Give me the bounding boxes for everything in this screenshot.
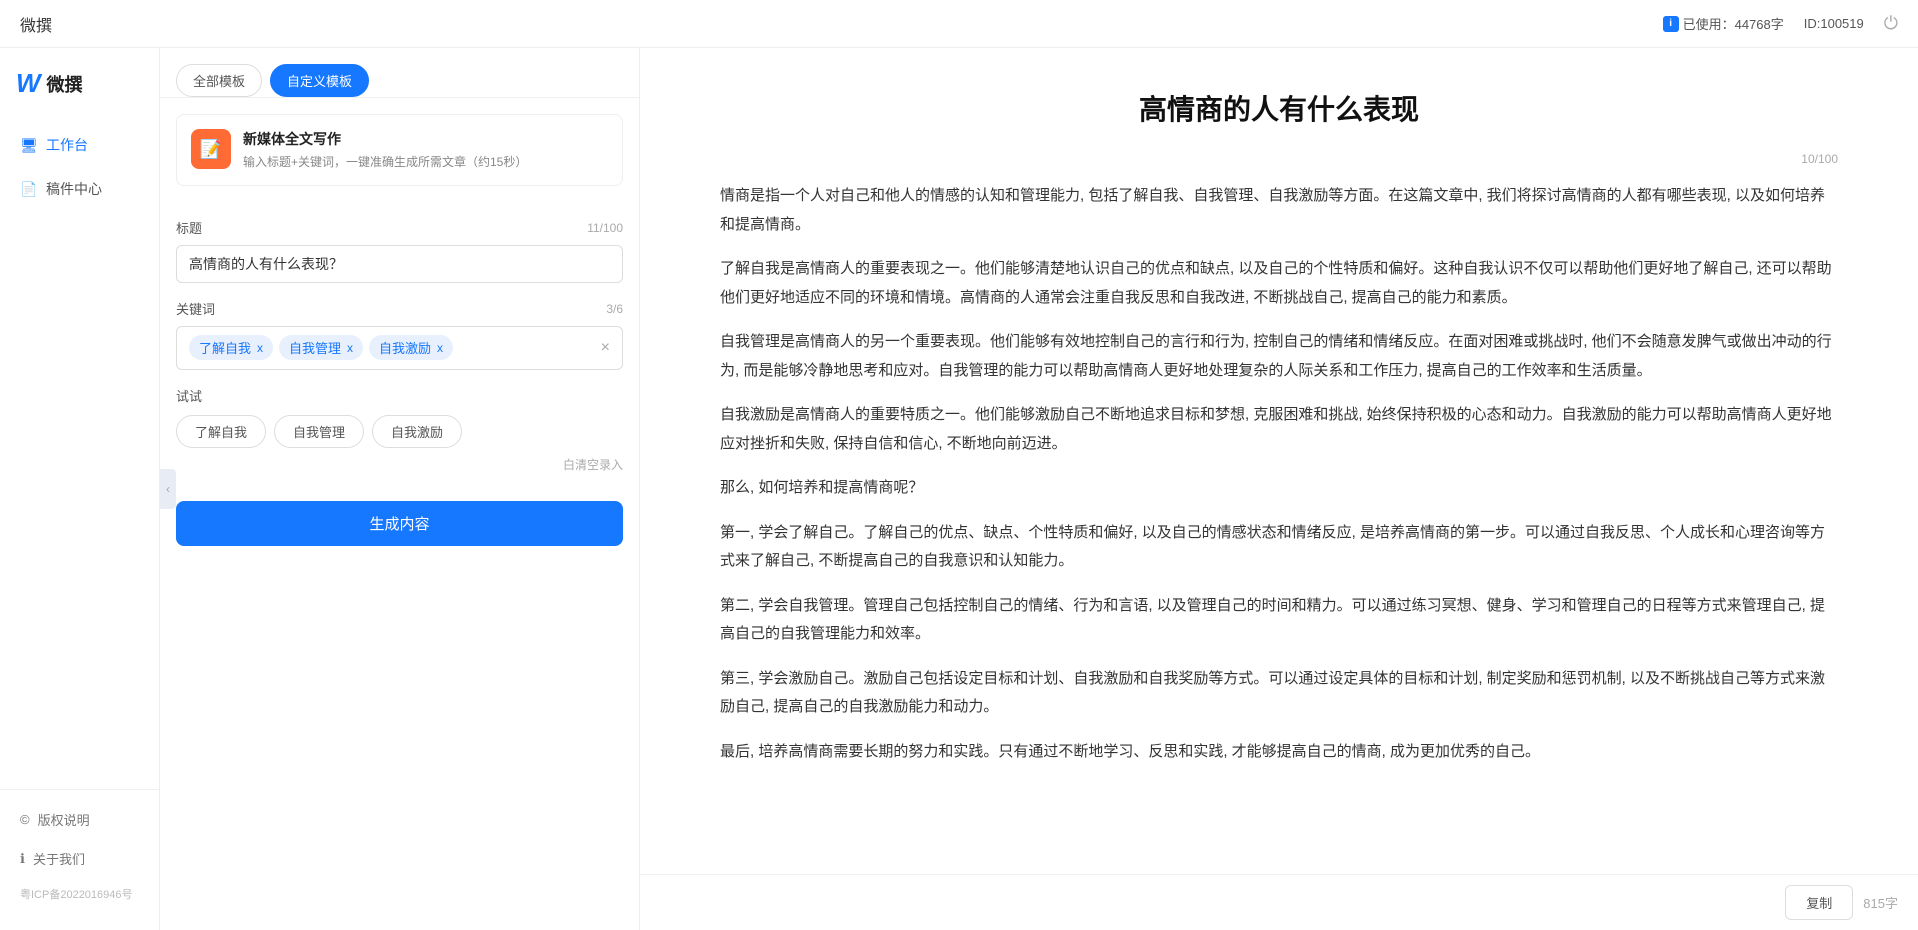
keywords-box[interactable]: 了解自我 x 自我管理 x 自我激励 x ×	[176, 326, 623, 370]
tab-all-templates[interactable]: 全部模板	[176, 64, 262, 97]
sidebar-logo: W 微撰	[0, 68, 159, 123]
keyword-tag-1: 自我管理 x	[279, 335, 363, 360]
sidebar-bottom: © 版权说明 ℹ 关于我们 粤ICP备2022016946号	[0, 789, 159, 910]
char-count: 815字	[1863, 893, 1898, 912]
content-area: 高情商的人有什么表现 10/100 情商是指一个人对自己和他人的情感的认知和管理…	[640, 48, 1918, 874]
article-para-8: 最后, 培养高情商需要长期的努力和实践。只有通过不断地学习、反思和实践, 才能够…	[720, 738, 1838, 767]
template-card[interactable]: 📝 新媒体全文写作 输入标题+关键词，一键准确生成所需文章（约15秒）	[176, 114, 623, 186]
article-title: 高情商的人有什么表现	[720, 88, 1838, 128]
right-panel: 高情商的人有什么表现 10/100 情商是指一个人对自己和他人的情感的认知和管理…	[640, 48, 1918, 930]
topbar-right: i 已使用：44768字 ID:100519 ⏻	[1663, 13, 1898, 34]
keyword-label: 关键词	[176, 299, 215, 318]
keyword-tag-close-0[interactable]: x	[257, 341, 263, 355]
keyword-tag-label-1: 自我管理	[289, 338, 341, 357]
article-para-6: 第二, 学会自我管理。管理自己包括控制自己的情绪、行为和言语, 以及管理自己的时…	[720, 592, 1838, 649]
article-para-0: 情商是指一个人对自己和他人的情感的认知和管理能力, 包括了解自我、自我管理、自我…	[720, 182, 1838, 239]
topbar-title: 微撰	[20, 12, 52, 36]
clear-link[interactable]: 白清空录入	[176, 456, 623, 473]
sidebar: W 微撰 🖥 工作台 📄 稿件中心 © 版权说明 ℹ 关于我们 粤ICP备202…	[0, 48, 160, 930]
template-card-info: 新媒体全文写作 输入标题+关键词，一键准确生成所需文章（约15秒）	[243, 129, 527, 171]
left-panel: 全部模板 自定义模板 📝 新媒体全文写作 输入标题+关键词，一键准确生成所需文章…	[160, 48, 640, 930]
try-tag-2[interactable]: 自我激励	[372, 415, 462, 448]
article-para-4: 那么, 如何培养和提高情商呢？	[720, 474, 1838, 503]
article-page-count: 10/100	[720, 152, 1838, 166]
article-para-5: 第一, 学会了解自己。了解自己的优点、缺点、个性特质和偏好, 以及自己的情感状态…	[720, 519, 1838, 576]
usage-label: 已使用：44768字	[1683, 14, 1784, 33]
keyword-tag-close-1[interactable]: x	[347, 341, 353, 355]
sidebar-item-about[interactable]: ℹ 关于我们	[0, 839, 159, 878]
beian-text: 粤ICP备2022016946号	[0, 878, 159, 910]
logo-text: 微撰	[47, 71, 83, 97]
title-field-label-row: 标题 11/100	[176, 218, 623, 237]
article-para-1: 了解自我是高情商人的重要表现之一。他们能够清楚地认识自己的优点和缺点, 以及自己…	[720, 255, 1838, 312]
keyword-tag-label-0: 了解自我	[199, 338, 251, 357]
article-para-7: 第三, 学会激励自己。激励自己包括设定目标和计划、自我激励和自我奖励等方式。可以…	[720, 665, 1838, 722]
template-card-title: 新媒体全文写作	[243, 129, 527, 149]
collapse-button[interactable]: ‹	[160, 469, 176, 509]
sidebar-item-drafts[interactable]: 📄 稿件中心	[0, 167, 159, 211]
keyword-tag-label-2: 自我激励	[379, 338, 431, 357]
try-label: 试试	[176, 386, 623, 405]
usage-info: i 已使用：44768字	[1663, 14, 1784, 33]
keywords-clear-btn[interactable]: ×	[601, 339, 610, 357]
sidebar-item-workspace[interactable]: 🖥 工作台	[0, 123, 159, 167]
id-label: ID:100519	[1804, 16, 1864, 31]
title-count: 11/100	[587, 221, 623, 235]
try-tags: 了解自我 自我管理 自我激励	[176, 415, 623, 448]
copyright-label: 版权说明	[38, 810, 90, 829]
drafts-icon: 📄	[20, 180, 38, 198]
sidebar-workspace-label: 工作台	[46, 135, 88, 155]
tab-custom-templates[interactable]: 自定义模板	[270, 64, 369, 97]
keyword-tag-2: 自我激励 x	[369, 335, 453, 360]
generate-btn-wrap: 生成内容	[160, 489, 639, 566]
template-card-desc: 输入标题+关键词，一键准确生成所需文章（约15秒）	[243, 153, 527, 171]
workspace-icon: 🖥	[20, 136, 38, 154]
logo-w-icon: W	[16, 68, 41, 99]
sidebar-drafts-label: 稿件中心	[46, 179, 102, 199]
sidebar-item-copyright[interactable]: © 版权说明	[0, 800, 159, 839]
copyright-icon: ©	[20, 812, 30, 827]
template-tabs: 全部模板 自定义模板	[160, 48, 639, 98]
article-para-3: 自我激励是高情商人的重要特质之一。他们能够激励自己不断地追求目标和梦想, 克服困…	[720, 401, 1838, 458]
title-label: 标题	[176, 218, 202, 237]
copy-button[interactable]: 复制	[1785, 885, 1853, 920]
about-label: 关于我们	[33, 849, 85, 868]
keyword-tag-close-2[interactable]: x	[437, 341, 443, 355]
keyword-field-label-row: 关键词 3/6	[176, 299, 623, 318]
about-icon: ℹ	[20, 851, 25, 867]
try-section: 试试 了解自我 自我管理 自我激励 白清空录入	[160, 386, 639, 489]
form-section: 标题 11/100 关键词 3/6 了解自我 x 自我管理 x	[160, 202, 639, 386]
topbar: 微撰 i 已使用：44768字 ID:100519 ⏻	[0, 0, 1918, 48]
generate-button[interactable]: 生成内容	[176, 501, 623, 546]
article-para-2: 自我管理是高情商人的另一个重要表现。他们能够有效地控制自己的言行和行为, 控制自…	[720, 328, 1838, 385]
right-bottom-bar: 复制 815字	[640, 874, 1918, 930]
info-icon: i	[1663, 16, 1679, 32]
try-tag-0[interactable]: 了解自我	[176, 415, 266, 448]
power-icon[interactable]: ⏻	[1884, 13, 1898, 34]
keyword-tag-0: 了解自我 x	[189, 335, 273, 360]
template-card-icon: 📝	[191, 129, 231, 169]
article-body: 情商是指一个人对自己和他人的情感的认知和管理能力, 包括了解自我、自我管理、自我…	[720, 182, 1838, 766]
title-input[interactable]	[176, 245, 623, 283]
sidebar-nav: 🖥 工作台 📄 稿件中心	[0, 123, 159, 789]
keyword-count: 3/6	[606, 302, 623, 316]
try-tag-1[interactable]: 自我管理	[274, 415, 364, 448]
